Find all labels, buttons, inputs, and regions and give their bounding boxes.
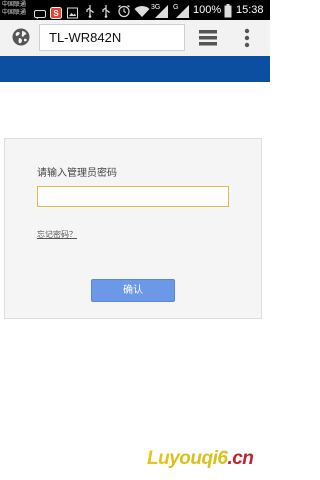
- confirm-button[interactable]: 确认: [91, 279, 175, 302]
- svg-text:S: S: [53, 9, 59, 18]
- browser-toolbar: TL-WR842N: [0, 20, 270, 56]
- signal-icon: [176, 3, 190, 18]
- carrier-label-1: 中国联通: [2, 1, 27, 8]
- password-input[interactable]: [37, 186, 229, 207]
- brand-header-bar: [0, 56, 270, 82]
- battery-icon: [224, 3, 232, 18]
- watermark-logo: Luyouqi6.cn: [147, 448, 261, 474]
- url-text: TL-WR842N: [49, 30, 122, 45]
- password-prompt-label: 请输入管理员密码: [37, 168, 117, 179]
- app-s-icon: S: [50, 4, 62, 19]
- tabs-icon[interactable]: [199, 30, 217, 46]
- login-panel: 请输入管理员密码 忘记密码？ 确认: [4, 138, 262, 319]
- watermark-lu: Lu: [147, 448, 170, 469]
- message-icon: [34, 5, 46, 20]
- status-bar: 中国联通 中国联通 S 3G G 100% 15:38: [0, 0, 270, 20]
- watermark-mid: youqi6: [169, 448, 228, 469]
- usb-icon: [85, 3, 95, 18]
- image-icon: [67, 4, 78, 19]
- wifi-icon: [134, 3, 150, 18]
- carrier-label-2: 中国联通: [2, 9, 27, 16]
- battery-percent: 100%: [193, 4, 222, 16]
- clock: 15:38: [236, 4, 264, 16]
- alarm-icon: [117, 3, 131, 18]
- signal-icon: [155, 3, 169, 18]
- forgot-password-link[interactable]: 忘记密码？: [37, 229, 77, 241]
- carrier-labels: 中国联通 中国联通: [2, 1, 26, 17]
- watermark-tld: .cn: [227, 448, 254, 469]
- menu-icon[interactable]: [244, 28, 250, 48]
- url-bar[interactable]: TL-WR842N: [39, 24, 185, 51]
- usb-icon: [101, 3, 111, 18]
- globe-icon[interactable]: [12, 28, 30, 46]
